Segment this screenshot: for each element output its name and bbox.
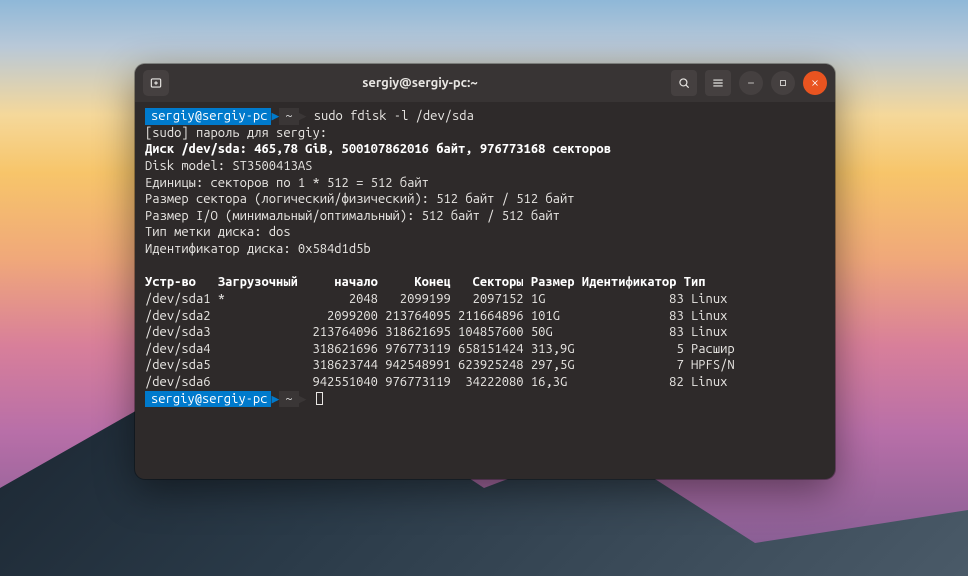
- hamburger-icon: [711, 76, 725, 90]
- maximize-button[interactable]: [771, 71, 795, 95]
- disk-label-type: Тип метки диска: dos: [145, 225, 291, 239]
- cursor: [316, 392, 323, 405]
- disk-io-size: Размер I/O (минимальный/оптимальный): 51…: [145, 209, 560, 223]
- minimize-icon: [746, 78, 756, 88]
- partition-header: Устр-во Загрузочный начало Конец Секторы…: [145, 275, 706, 289]
- new-tab-icon: [149, 76, 163, 90]
- disk-summary: Диск /dev/sda: 465,78 GiB, 500107862016 …: [145, 142, 611, 156]
- prompt-sep-4: ▶: [299, 392, 307, 406]
- disk-model: Disk model: ST3500413AS: [145, 159, 312, 173]
- prompt-path: ~: [279, 108, 298, 125]
- minimize-button[interactable]: [739, 71, 763, 95]
- disk-units: Единицы: секторов по 1 * 512 = 512 байт: [145, 176, 429, 190]
- search-icon: [677, 76, 691, 90]
- close-icon: [810, 78, 820, 88]
- titlebar: sergiy@sergiy-pc:~: [135, 64, 835, 102]
- prompt-sep-1: ▶: [271, 108, 279, 125]
- menu-button[interactable]: [705, 70, 731, 96]
- close-button[interactable]: [803, 71, 827, 95]
- prompt-user-host-2: sergiy@sergiy-pc: [145, 391, 271, 408]
- prompt-user-host: sergiy@sergiy-pc: [145, 108, 271, 125]
- window-title: sergiy@sergiy-pc:~: [175, 76, 665, 90]
- new-tab-button[interactable]: [143, 70, 169, 96]
- maximize-icon: [778, 78, 788, 88]
- prompt-path-2: ~: [279, 391, 298, 408]
- disk-identifier: Идентификатор диска: 0x584d1d5b: [145, 242, 371, 256]
- terminal-window: sergiy@sergiy-pc:~ sergiy@sergiy-pc▶~▶ s…: [135, 64, 835, 479]
- disk-sector-size: Размер сектора (логический/физический): …: [145, 192, 575, 206]
- prompt-sep-3: ▶: [271, 391, 279, 408]
- partition-rows: /dev/sda1 * 2048 2099199 2097152 1G 83 L…: [145, 292, 735, 389]
- command-text: sudo fdisk -l /dev/sda: [314, 109, 474, 123]
- prompt-sep-2: ▶: [299, 109, 307, 123]
- search-button[interactable]: [671, 70, 697, 96]
- terminal-body[interactable]: sergiy@sergiy-pc▶~▶ sudo fdisk -l /dev/s…: [135, 102, 835, 479]
- sudo-prompt: [sudo] пароль для sergiy:: [145, 126, 327, 140]
